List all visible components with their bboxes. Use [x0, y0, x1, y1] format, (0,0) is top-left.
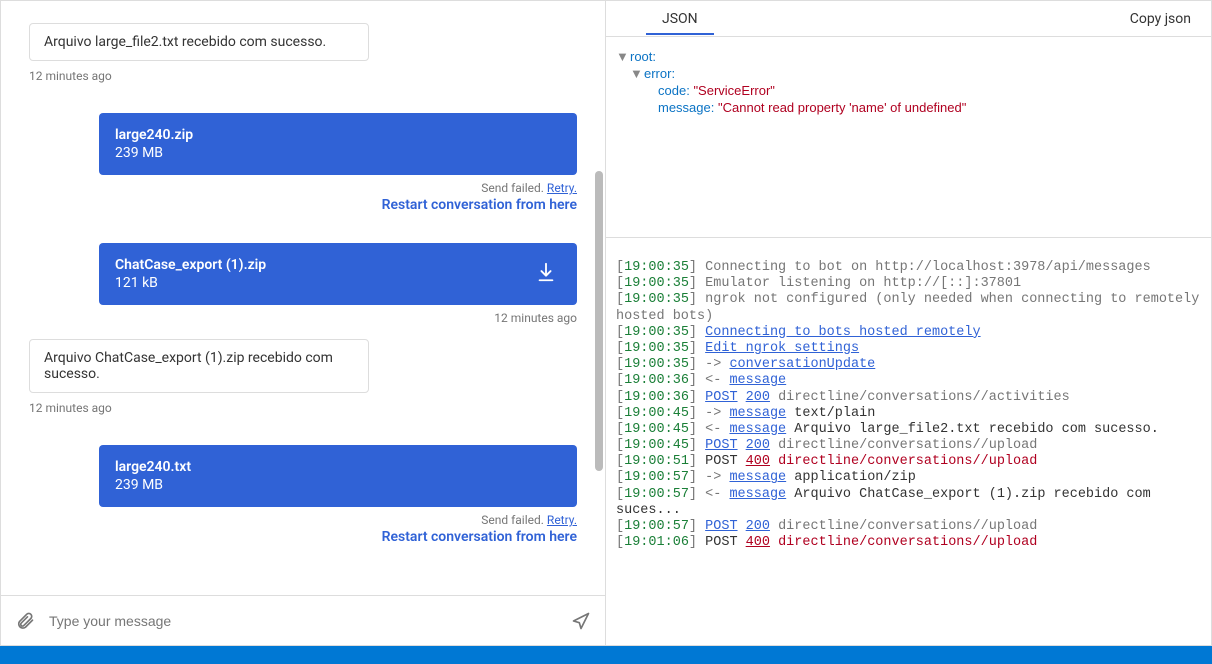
log-line[interactable]: [19:00:45] POST 200 directline/conversat…	[616, 438, 1201, 454]
log-line[interactable]: [19:00:45] <- message Arquivo large_file…	[616, 422, 1201, 438]
json-leaf[interactable]: message: "Cannot read property 'name' of…	[616, 100, 1201, 117]
json-node-error[interactable]: ▼error:	[616, 66, 1201, 83]
log-line[interactable]: [19:00:45] -> message text/plain	[616, 406, 1201, 422]
json-tree[interactable]: ▼root: ▼error: code: "ServiceError" mess…	[606, 37, 1211, 237]
user-message: large240.txt 239 MB Send failed. Retry. …	[29, 445, 577, 545]
attachment-text: ChatCase_export (1).zip 121 kB	[115, 257, 266, 291]
json-node-root[interactable]: ▼root:	[616, 49, 1201, 66]
log-line[interactable]: [19:00:36] POST 200 directline/conversat…	[616, 390, 1201, 406]
send-failed-line: Send failed. Retry.	[481, 513, 577, 527]
json-value: "Cannot read property 'name' of undefine…	[718, 100, 966, 115]
attachment-filename: large240.txt	[115, 459, 191, 475]
json-value: "ServiceError"	[693, 83, 774, 98]
restart-conversation-link[interactable]: Restart conversation from here	[382, 529, 577, 545]
retry-link[interactable]: Retry.	[547, 513, 577, 527]
attachment-text: large240.txt 239 MB	[115, 459, 191, 493]
log-line[interactable]: [19:00:35] Edit ngrok settings	[616, 341, 1201, 357]
attachment-card[interactable]: large240.txt 239 MB	[99, 445, 577, 507]
chat-pane: Arquivo large_file2.txt recebido com suc…	[1, 1, 606, 645]
json-key: root:	[630, 49, 656, 64]
attachment-filesize: 239 MB	[115, 477, 191, 493]
log-pane[interactable]: [19:00:35] Connecting to bot on http://l…	[606, 237, 1211, 645]
send-failed-line: Send failed. Retry.	[481, 181, 577, 195]
restart-conversation-link[interactable]: Restart conversation from here	[382, 197, 577, 213]
send-icon[interactable]	[567, 607, 595, 635]
chat-messages: Arquivo large_file2.txt recebido com suc…	[29, 9, 577, 545]
attach-icon[interactable]	[11, 607, 39, 635]
message-timestamp: 12 minutes ago	[29, 401, 369, 415]
log-line[interactable]: [19:00:35] -> conversationUpdate	[616, 357, 1201, 373]
status-bar	[0, 646, 1212, 664]
tree-collapse-icon[interactable]: ▼	[630, 66, 642, 83]
attachment-card[interactable]: large240.zip 239 MB	[99, 113, 577, 175]
attachment-filesize: 121 kB	[115, 275, 266, 291]
copy-json-button[interactable]: Copy json	[1130, 11, 1191, 27]
tree-collapse-icon[interactable]: ▼	[616, 49, 628, 66]
attachment-filesize: 239 MB	[115, 145, 193, 161]
bot-message[interactable]: Arquivo ChatCase_export (1).zip recebido…	[29, 339, 369, 393]
attachment-text: large240.zip 239 MB	[115, 127, 193, 161]
log-line[interactable]: [19:00:36] <- message	[616, 373, 1201, 389]
log-line[interactable]: [19:00:57] -> message application/zip	[616, 470, 1201, 486]
chat-scroll[interactable]: Arquivo large_file2.txt recebido com suc…	[1, 1, 605, 595]
log-line[interactable]: [19:00:35] Emulator listening on http://…	[616, 276, 1201, 292]
compose-input[interactable]	[39, 603, 567, 639]
user-message: large240.zip 239 MB Send failed. Retry. …	[29, 113, 577, 213]
attachment-card[interactable]: ChatCase_export (1).zip 121 kB	[99, 243, 577, 305]
log-line[interactable]: [19:00:57] <- message Arquivo ChatCase_e…	[616, 487, 1201, 519]
attachment-filename: large240.zip	[115, 127, 193, 143]
log-line[interactable]: [19:00:35] ngrok not configured (only ne…	[616, 292, 1201, 324]
log-line[interactable]: [19:01:06] POST 400 directline/conversat…	[616, 535, 1201, 551]
message-timestamp: 12 minutes ago	[494, 311, 577, 325]
log-line[interactable]: [19:00:35] Connecting to bots hosted rem…	[616, 325, 1201, 341]
scrollbar-thumb[interactable]	[595, 171, 603, 471]
inspector-pane: JSON Copy json ▼root: ▼error: code: "Ser…	[606, 1, 1211, 645]
json-key: message:	[658, 100, 714, 115]
message-timestamp: 12 minutes ago	[29, 69, 577, 83]
tab-bar: JSON Copy json	[606, 1, 1211, 37]
send-failed-label: Send failed.	[481, 513, 544, 527]
tab-json[interactable]: JSON	[646, 3, 714, 35]
attachment-filename: ChatCase_export (1).zip	[115, 257, 266, 273]
json-key: code:	[658, 83, 690, 98]
retry-link[interactable]: Retry.	[547, 181, 577, 195]
log-line[interactable]: [19:00:57] POST 200 directline/conversat…	[616, 519, 1201, 535]
log-line[interactable]: [19:00:35] Connecting to bot on http://l…	[616, 260, 1201, 276]
json-key: error:	[644, 66, 675, 81]
user-message: ChatCase_export (1).zip 121 kB 12 minute…	[29, 243, 577, 325]
app-frame: Arquivo large_file2.txt recebido com suc…	[0, 0, 1212, 646]
log-line[interactable]: [19:00:51] POST 400 directline/conversat…	[616, 454, 1201, 470]
json-leaf[interactable]: code: "ServiceError"	[616, 83, 1201, 100]
bot-message-block: Arquivo ChatCase_export (1).zip recebido…	[29, 325, 369, 415]
composer	[1, 595, 605, 645]
send-failed-label: Send failed.	[481, 181, 544, 195]
bot-message[interactable]: Arquivo large_file2.txt recebido com suc…	[29, 23, 369, 61]
download-icon[interactable]	[535, 261, 557, 287]
